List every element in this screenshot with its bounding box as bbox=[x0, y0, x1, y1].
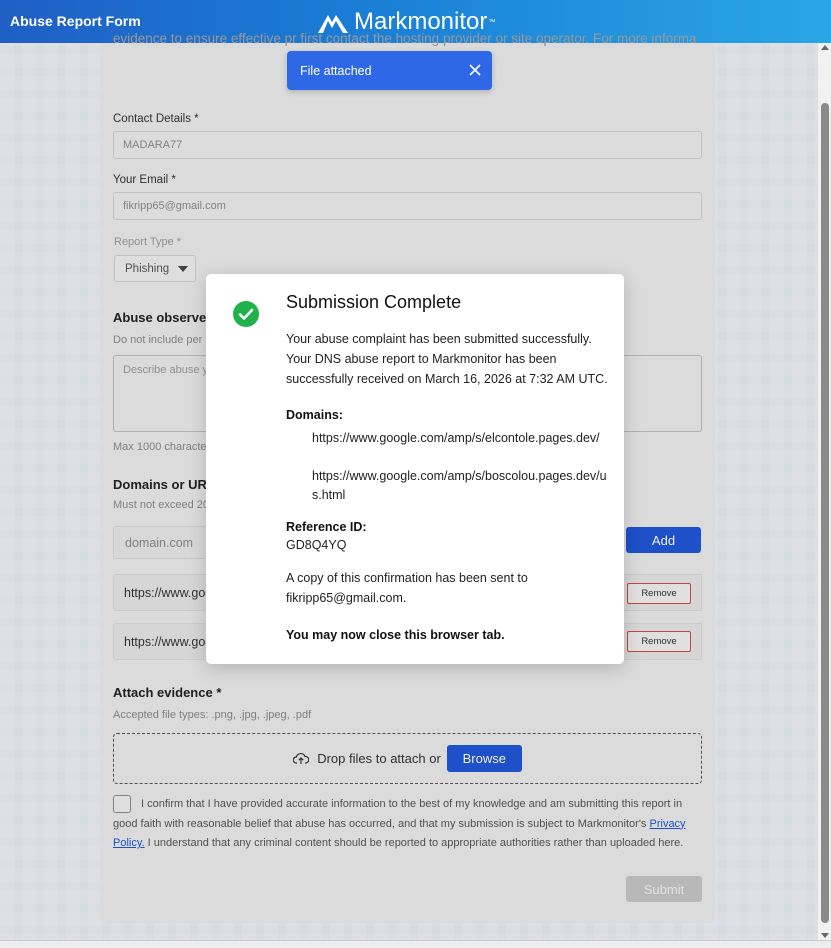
bottom-bar bbox=[0, 940, 831, 948]
domain-entry-2: https://www.google.com/amp/s/boscolou.pa… bbox=[312, 469, 607, 502]
scrollbar-thumb[interactable] bbox=[821, 103, 829, 923]
domains-label: Domains: bbox=[286, 408, 343, 422]
scroll-down-icon[interactable] bbox=[821, 933, 829, 938]
domain-entry-1: https://www.google.com/amp/s/elcontole.p… bbox=[312, 431, 600, 445]
file-attached-toast: File attached bbox=[287, 51, 492, 90]
close-icon[interactable] bbox=[468, 63, 482, 77]
reference-label: Reference ID: bbox=[286, 520, 367, 534]
check-circle-icon bbox=[233, 301, 259, 327]
page-title: Abuse Report Form bbox=[10, 13, 141, 29]
trademark: ™ bbox=[488, 18, 496, 26]
confirmation-copy-text: A copy of this confirmation has been sen… bbox=[286, 571, 528, 605]
reference-id: GD8Q4YQ bbox=[286, 538, 347, 552]
toast-text: File attached bbox=[300, 63, 372, 78]
submission-modal: Submission Complete Your abuse complaint… bbox=[206, 274, 624, 664]
scroll-up-icon[interactable] bbox=[821, 45, 829, 50]
modal-title: Submission Complete bbox=[286, 292, 462, 312]
page-scrollbar[interactable] bbox=[818, 43, 831, 940]
close-tab-hint: You may now close this browser tab. bbox=[286, 628, 505, 642]
modal-message: Your abuse complaint has been submitted … bbox=[286, 332, 608, 386]
